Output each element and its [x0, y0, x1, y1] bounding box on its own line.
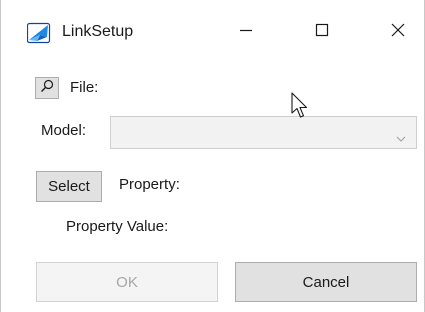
close-icon [391, 23, 405, 41]
property-value-label: Property Value: [66, 218, 169, 235]
chevron-down-icon [396, 129, 406, 146]
model-label: Model: [41, 122, 87, 139]
window-title: LinkSetup [62, 23, 134, 40]
model-dropdown[interactable] [110, 116, 417, 149]
browse-file-button[interactable] [35, 77, 59, 99]
maximize-icon [315, 23, 329, 41]
property-label: Property: [119, 176, 180, 193]
select-button[interactable]: Select [36, 171, 102, 202]
cancel-button[interactable]: Cancel [235, 262, 417, 302]
search-icon [40, 79, 54, 97]
linksetup-app-icon [26, 22, 51, 44]
maximize-button[interactable] [299, 14, 345, 50]
mouse-pointer-icon [291, 92, 309, 120]
minimize-icon [239, 23, 253, 41]
minimize-button[interactable] [223, 14, 269, 50]
linksetup-dialog: LinkSetup File: Model: Select Property: … [0, 0, 425, 312]
ok-button[interactable]: OK [36, 262, 218, 302]
close-button[interactable] [375, 14, 421, 50]
title-bar[interactable]: LinkSetup [1, 0, 424, 62]
file-label: File: [70, 79, 99, 96]
